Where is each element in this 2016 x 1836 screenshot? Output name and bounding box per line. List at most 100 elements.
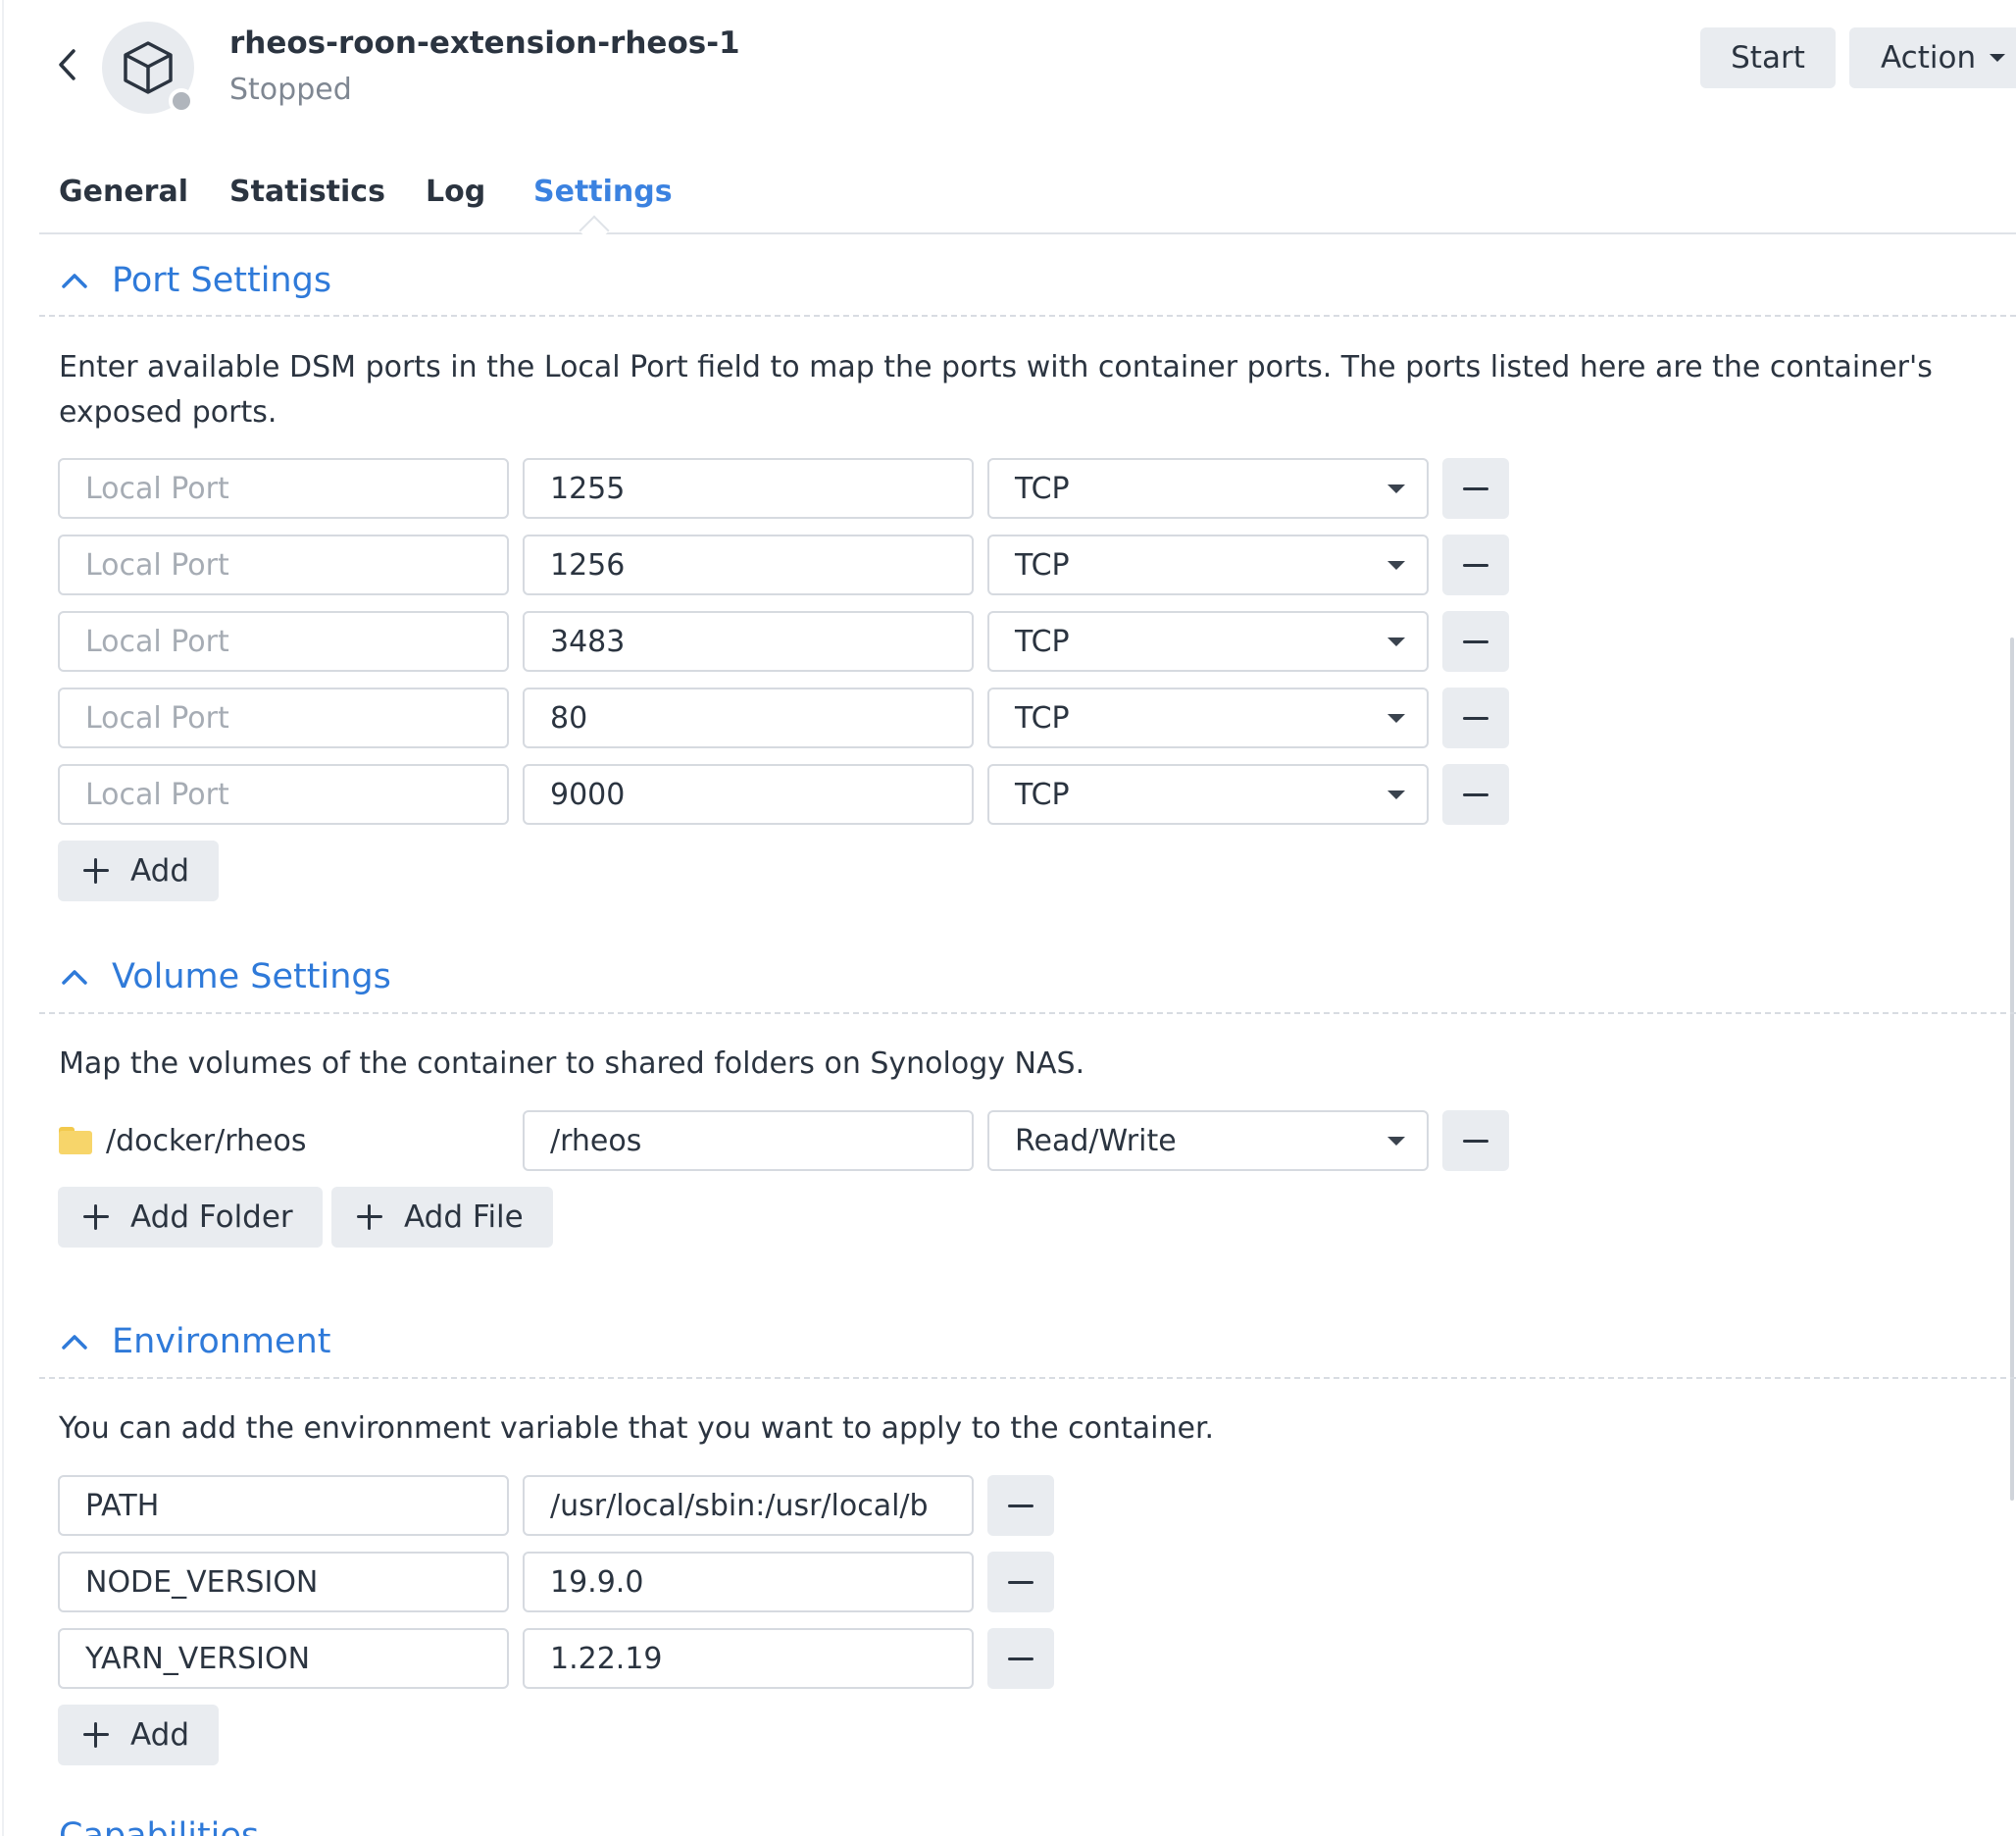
- protocol-value: TCP: [1015, 547, 1070, 583]
- window-left-edge: [2, 0, 4, 1836]
- caret-down-icon: [1387, 1136, 1405, 1146]
- env-value-input[interactable]: 1.22.19: [523, 1628, 974, 1689]
- container-port-input[interactable]: 3483: [523, 611, 974, 672]
- protocol-value: TCP: [1015, 700, 1070, 736]
- container-port-input[interactable]: 9000: [523, 764, 974, 825]
- plus-icon: [357, 1204, 382, 1230]
- volume-mode-select[interactable]: Read/Write: [987, 1110, 1429, 1171]
- folder-icon: [59, 1127, 92, 1154]
- protocol-select[interactable]: TCP: [987, 535, 1429, 595]
- minus-icon: [1463, 563, 1488, 567]
- local-port-input[interactable]: Local Port: [58, 764, 509, 825]
- protocol-value: TCP: [1015, 471, 1070, 506]
- scrollbar-thumb[interactable]: [2010, 638, 2014, 1501]
- minus-icon: [1463, 486, 1488, 490]
- section-divider: [39, 1377, 2016, 1379]
- local-port-input[interactable]: Local Port: [58, 535, 509, 595]
- remove-volume-button[interactable]: [1442, 1110, 1509, 1171]
- volume-mode-value: Read/Write: [1015, 1123, 1177, 1158]
- add-env-button[interactable]: Add: [58, 1705, 220, 1765]
- tab-settings[interactable]: Settings: [533, 175, 673, 209]
- remove-env-button[interactable]: [987, 1552, 1054, 1612]
- port-settings-title: Port Settings: [112, 261, 332, 300]
- status-indicator-dot: [169, 88, 194, 114]
- start-button[interactable]: Start: [1700, 27, 1836, 88]
- remove-env-button[interactable]: [987, 1628, 1054, 1689]
- local-port-input[interactable]: Local Port: [58, 458, 509, 519]
- start-button-label: Start: [1731, 40, 1805, 76]
- section-divider: [39, 1012, 2016, 1014]
- port-settings-header[interactable]: Port Settings: [59, 261, 331, 300]
- add-port-button[interactable]: Add: [58, 841, 220, 901]
- protocol-select[interactable]: TCP: [987, 611, 1429, 672]
- volume-settings-description: Map the volumes of the container to shar…: [59, 1046, 1085, 1081]
- add-env-label: Add: [130, 1717, 190, 1753]
- chevron-left-icon: [59, 49, 76, 80]
- plus-icon: [83, 858, 109, 884]
- protocol-select[interactable]: TCP: [987, 688, 1429, 748]
- chevron-up-icon: [59, 961, 90, 993]
- minus-icon: [1008, 1580, 1033, 1584]
- minus-icon: [1463, 639, 1488, 643]
- protocol-select[interactable]: TCP: [987, 764, 1429, 825]
- minus-icon: [1463, 716, 1488, 720]
- volume-settings-header[interactable]: Volume Settings: [59, 957, 391, 996]
- remove-env-button[interactable]: [987, 1475, 1054, 1536]
- protocol-select[interactable]: TCP: [987, 458, 1429, 519]
- add-file-button[interactable]: Add File: [331, 1187, 553, 1248]
- container-port-input[interactable]: 1256: [523, 535, 974, 595]
- action-button-label: Action: [1881, 40, 1977, 76]
- volume-settings-title: Volume Settings: [112, 957, 391, 996]
- protocol-value: TCP: [1015, 624, 1070, 659]
- caret-down-icon: [1990, 54, 2006, 62]
- active-tab-pointer: [579, 215, 610, 246]
- cube-icon: [124, 41, 173, 94]
- chevron-up-icon: [59, 265, 90, 296]
- tab-statistics[interactable]: Statistics: [229, 175, 385, 209]
- back-button[interactable]: [47, 41, 86, 88]
- env-key-input[interactable]: PATH: [58, 1475, 509, 1536]
- add-port-label: Add: [130, 853, 190, 889]
- env-value-input[interactable]: 19.9.0: [523, 1552, 974, 1612]
- add-folder-label: Add Folder: [130, 1199, 293, 1235]
- tab-general[interactable]: General: [59, 175, 188, 209]
- caret-down-icon: [1387, 713, 1405, 723]
- plus-icon: [83, 1722, 109, 1748]
- container-port-input[interactable]: 1255: [523, 458, 974, 519]
- local-port-input[interactable]: Local Port: [58, 611, 509, 672]
- env-key-input[interactable]: YARN_VERSION: [58, 1628, 509, 1689]
- container-status: Stopped: [229, 73, 352, 107]
- port-settings-description: Enter available DSM ports in the Local P…: [59, 350, 1933, 430]
- caret-down-icon: [1387, 560, 1405, 570]
- env-key-input[interactable]: NODE_VERSION: [58, 1552, 509, 1612]
- mount-path-input[interactable]: /rheos: [523, 1110, 974, 1171]
- remove-port-button[interactable]: [1442, 458, 1509, 519]
- caret-down-icon: [1387, 484, 1405, 493]
- add-folder-button[interactable]: Add Folder: [58, 1187, 323, 1248]
- tab-divider: [39, 232, 2016, 234]
- remove-port-button[interactable]: [1442, 688, 1509, 748]
- action-menu-button[interactable]: Action: [1849, 27, 2016, 88]
- environment-description: You can add the environment variable tha…: [59, 1411, 1215, 1446]
- container-detail-page: rheos-roon-extension-rheos-1 Stopped Sta…: [0, 0, 2016, 1836]
- section-divider: [39, 315, 2016, 317]
- remove-port-button[interactable]: [1442, 535, 1509, 595]
- container-title: rheos-roon-extension-rheos-1: [229, 26, 740, 61]
- volume-folder: /docker/rheos: [59, 1110, 306, 1171]
- chevron-up-icon: [59, 1326, 90, 1357]
- tab-log[interactable]: Log: [426, 175, 485, 209]
- minus-icon: [1008, 1657, 1033, 1660]
- env-value-input[interactable]: /usr/local/sbin:/usr/local/b: [523, 1475, 974, 1536]
- container-port-input[interactable]: 80: [523, 688, 974, 748]
- capabilities-header-peek[interactable]: Capabilities: [59, 1816, 259, 1836]
- volume-folder-path: /docker/rheos: [106, 1123, 307, 1158]
- environment-header[interactable]: Environment: [59, 1322, 330, 1361]
- caret-down-icon: [1387, 790, 1405, 799]
- plus-icon: [83, 1204, 109, 1230]
- remove-port-button[interactable]: [1442, 611, 1509, 672]
- caret-down-icon: [1387, 637, 1405, 646]
- protocol-value: TCP: [1015, 777, 1070, 812]
- local-port-input[interactable]: Local Port: [58, 688, 509, 748]
- remove-port-button[interactable]: [1442, 764, 1509, 825]
- add-file-label: Add File: [404, 1199, 524, 1235]
